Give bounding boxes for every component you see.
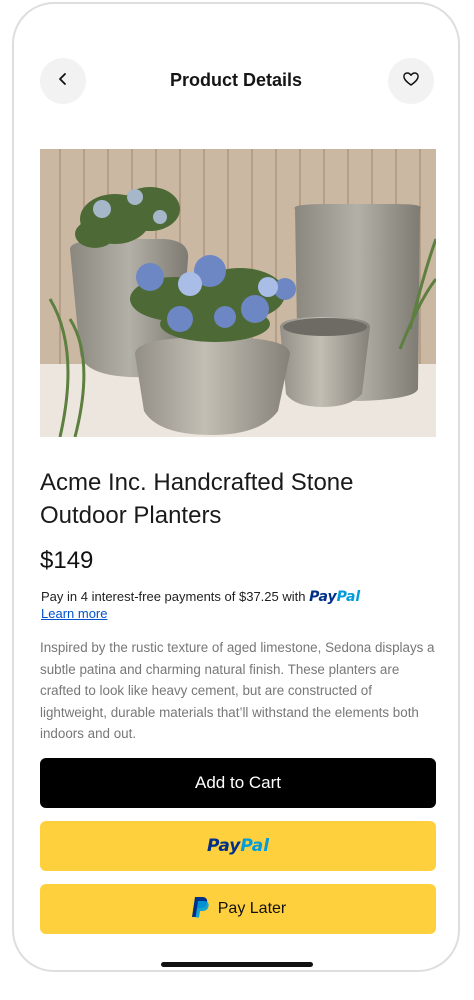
product-price: $149 bbox=[40, 547, 94, 574]
paypal-button-logo: PayPal bbox=[206, 836, 270, 856]
paypal-message-text: Pay in 4 interest-free payments of $37.2… bbox=[41, 589, 310, 604]
paypal-p-icon bbox=[190, 895, 210, 924]
learn-more-link[interactable]: Learn more bbox=[41, 606, 107, 622]
heart-icon bbox=[402, 70, 420, 93]
add-to-cart-button[interactable]: Add to Cart bbox=[40, 758, 436, 808]
paypal-logo: PayPal bbox=[309, 589, 361, 605]
paypal-button[interactable]: PayPal bbox=[40, 821, 436, 871]
product-description: Inspired by the rustic texture of aged l… bbox=[40, 640, 435, 741]
header: Product Details bbox=[14, 58, 458, 108]
product-title: Acme Inc. Handcrafted Stone Outdoor Plan… bbox=[40, 469, 354, 529]
product-image bbox=[40, 149, 436, 437]
home-indicator bbox=[161, 962, 313, 967]
phone-frame: Product Details Acme Inc. Handcrafted St… bbox=[12, 2, 460, 972]
pay-later-button[interactable]: Pay Later bbox=[40, 884, 436, 934]
pay-later-label: Pay Later bbox=[217, 900, 287, 917]
add-to-cart-label: Add to Cart bbox=[195, 773, 281, 792]
paypal-pay-in-4-message: Pay in 4 interest-free payments of $37.2… bbox=[41, 589, 437, 622]
favorite-button[interactable] bbox=[388, 58, 434, 104]
